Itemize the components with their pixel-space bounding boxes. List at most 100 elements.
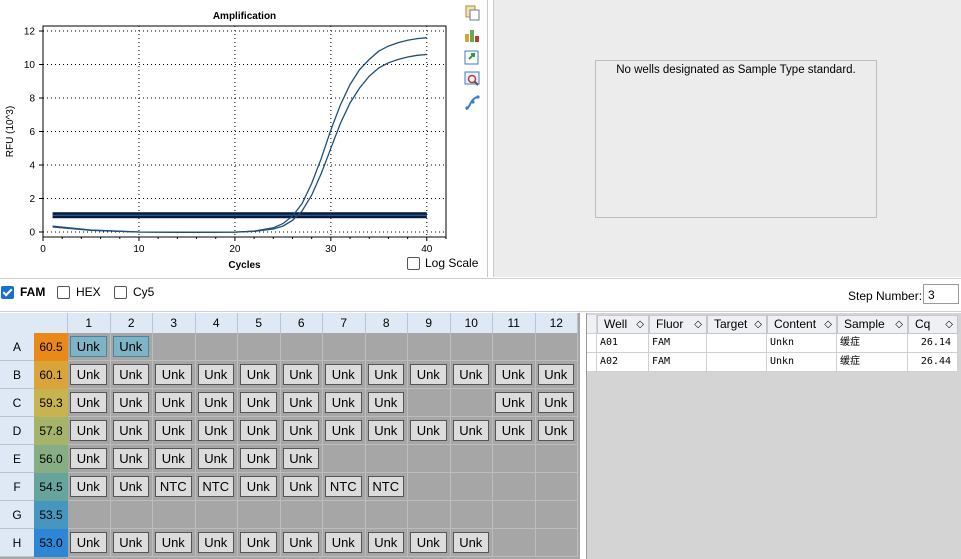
row-header[interactable]: G (0, 501, 34, 529)
plate-well[interactable] (365, 445, 408, 473)
plate-well[interactable] (110, 501, 153, 529)
well-content-label[interactable]: Unk (112, 532, 149, 553)
well-content-label[interactable]: Unk (282, 364, 319, 385)
well-content-label[interactable]: Unk (367, 420, 404, 441)
sort-icon[interactable]: ◇ (694, 316, 702, 333)
row-selector[interactable] (587, 353, 597, 372)
fluor-toggle-hex[interactable]: HEX (57, 285, 101, 299)
well-content-label[interactable]: Unk (495, 420, 532, 441)
well-content-label[interactable]: Unk (155, 448, 192, 469)
plate-well[interactable]: Unk (110, 361, 153, 389)
well-content-label[interactable]: Unk (325, 532, 362, 553)
plate-well[interactable] (323, 333, 366, 361)
results-cell[interactable]: Unkn (767, 353, 837, 372)
plate-well[interactable]: NTC (323, 473, 366, 501)
plate-well[interactable] (535, 333, 578, 361)
row-header[interactable]: F (0, 473, 34, 501)
plate-well[interactable]: Unk (195, 389, 238, 417)
export-icon[interactable] (463, 26, 481, 44)
row-header[interactable]: H (0, 529, 34, 557)
well-content-label[interactable]: Unk (325, 420, 362, 441)
plate-well[interactable]: Unk (323, 361, 366, 389)
plate-well[interactable]: Unk (195, 445, 238, 473)
results-column-header[interactable]: Cq ◇ (908, 315, 958, 334)
plate-well[interactable] (365, 501, 408, 529)
results-cell[interactable]: FAM (649, 353, 707, 372)
plate-well[interactable]: Unk (110, 389, 153, 417)
well-content-label[interactable]: Unk (495, 392, 532, 413)
well-content-label[interactable]: Unk (452, 532, 489, 553)
well-content-label[interactable]: Unk (495, 364, 532, 385)
plate-well[interactable]: Unk (238, 445, 281, 473)
well-content-label[interactable]: NTC (325, 476, 362, 497)
column-header[interactable]: 9 (408, 313, 451, 333)
plate-well[interactable] (535, 445, 578, 473)
plate-well[interactable]: Unk (323, 417, 366, 445)
results-cell[interactable]: 26.14 (908, 334, 958, 353)
row-header[interactable]: D (0, 417, 34, 445)
plate-well[interactable]: Unk (408, 361, 451, 389)
plate-well[interactable]: Unk (238, 529, 281, 557)
results-column-header[interactable]: Target ◇ (707, 315, 767, 334)
well-content-label[interactable]: Unk (112, 476, 149, 497)
column-header[interactable]: 11 (493, 313, 536, 333)
plate-well[interactable]: Unk (280, 417, 323, 445)
column-header[interactable]: 8 (365, 313, 408, 333)
well-content-label[interactable]: Unk (197, 532, 234, 553)
well-content-label[interactable]: Unk (112, 448, 149, 469)
plate-well[interactable] (493, 445, 536, 473)
refresh-icon[interactable] (463, 48, 481, 66)
well-content-label[interactable]: Unk (537, 392, 574, 413)
results-cell[interactable]: Unkn (767, 334, 837, 353)
plate-well[interactable]: Unk (110, 445, 153, 473)
plate-well[interactable] (153, 333, 196, 361)
column-header[interactable]: 5 (238, 313, 281, 333)
plate-well[interactable] (408, 473, 451, 501)
row-header[interactable]: E (0, 445, 34, 473)
well-content-label[interactable]: Unk (367, 364, 404, 385)
column-header[interactable]: 6 (280, 313, 323, 333)
well-content-label[interactable]: Unk (452, 420, 489, 441)
plate-well[interactable]: Unk (68, 333, 111, 361)
well-content-label[interactable]: Unk (240, 420, 277, 441)
results-cell[interactable]: A01 (597, 334, 649, 353)
plate-well[interactable] (535, 473, 578, 501)
plate-well[interactable]: Unk (280, 389, 323, 417)
plate-well[interactable]: Unk (408, 529, 451, 557)
plate-well[interactable]: Unk (68, 529, 111, 557)
plate-well[interactable] (238, 333, 281, 361)
well-content-label[interactable]: Unk (70, 532, 107, 553)
plate-well[interactable]: Unk (280, 529, 323, 557)
plate-well[interactable]: Unk (195, 529, 238, 557)
column-header[interactable]: 7 (323, 313, 366, 333)
plate-well[interactable]: Unk (110, 473, 153, 501)
plate-well[interactable]: Unk (110, 529, 153, 557)
plate-well[interactable]: Unk (110, 417, 153, 445)
results-cell[interactable]: A02 (597, 353, 649, 372)
plate-well[interactable]: Unk (280, 361, 323, 389)
well-content-label[interactable]: Unk (367, 392, 404, 413)
well-content-label[interactable]: Unk (282, 448, 319, 469)
well-content-label[interactable]: Unk (282, 392, 319, 413)
curve-fit-icon[interactable] (463, 94, 481, 112)
plate-well[interactable] (408, 501, 451, 529)
plate-well[interactable]: Unk (365, 389, 408, 417)
plate-well[interactable]: Unk (238, 417, 281, 445)
column-header[interactable]: 12 (535, 313, 578, 333)
results-column-header[interactable]: Well ◇ (597, 315, 649, 334)
well-content-label[interactable]: Unk (155, 364, 192, 385)
plate-well[interactable]: Unk (535, 361, 578, 389)
well-content-label[interactable]: Unk (240, 448, 277, 469)
plate-well[interactable]: Unk (68, 417, 111, 445)
results-column-header[interactable]: Fluor ◇ (649, 315, 707, 334)
plate-well[interactable] (450, 501, 493, 529)
plate-well[interactable] (493, 333, 536, 361)
row-selector[interactable] (587, 334, 597, 353)
results-cell[interactable] (707, 353, 767, 372)
well-content-label[interactable]: Unk (155, 532, 192, 553)
plate-well[interactable]: Unk (238, 389, 281, 417)
plate-well[interactable] (450, 473, 493, 501)
plate-well[interactable]: Unk (110, 333, 153, 361)
column-header[interactable]: 4 (195, 313, 238, 333)
well-content-label[interactable]: Unk (197, 392, 234, 413)
